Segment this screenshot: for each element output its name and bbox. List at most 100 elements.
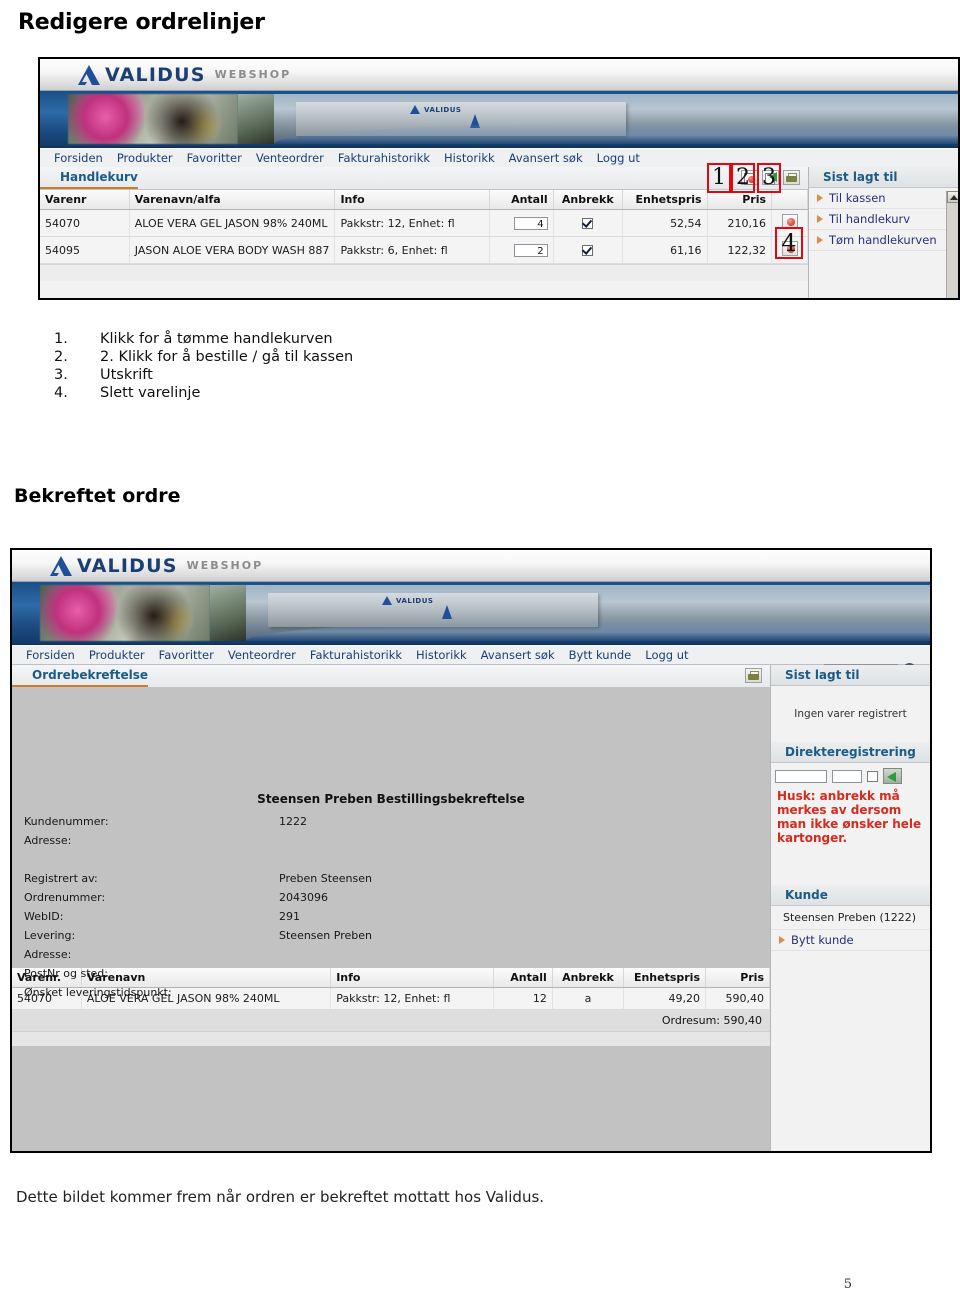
brand-subtitle: WEBSHOP (214, 68, 292, 81)
nav-item-favoritter[interactable]: Favoritter (187, 151, 242, 165)
cell-anbrekk (553, 209, 623, 237)
nav-item-historikk[interactable]: Historikk (444, 151, 495, 165)
header-banner-image: VALIDUS (12, 582, 930, 645)
confirmation-field-adresse: Adresse: (12, 831, 770, 850)
confirmation-field-ordrenummer: Ordrenummer: 2043096 (12, 888, 770, 907)
printer-body-glyph (786, 176, 797, 182)
anbrekk-checkbox[interactable] (582, 245, 594, 256)
scroll-up-icon[interactable] (947, 191, 958, 203)
step-text: Klikk for å tømme handlekurven (100, 331, 333, 347)
direct-article-input[interactable] (775, 769, 827, 783)
field-value (279, 945, 770, 964)
webshop-logo-bar: VALIDUS WEBSHOP (40, 59, 958, 91)
nav-item-favoritter[interactable]: Favoritter (159, 648, 214, 662)
sidebar-scrollbar[interactable] (946, 191, 958, 298)
direct-anbrekk-checkbox[interactable] (867, 770, 878, 782)
nav-item-produkter[interactable]: Produkter (117, 151, 173, 165)
field-label: Adresse: (24, 948, 72, 961)
print-icon[interactable] (745, 668, 762, 683)
nav-item-logg-ut[interactable]: Logg ut (597, 151, 640, 165)
confirmation-field-webid: WebID: 291 (12, 907, 770, 926)
nav-item-logg-ut[interactable]: Logg ut (645, 648, 688, 662)
anbrekk-checkbox[interactable] (582, 218, 594, 229)
sidebar-heading-last-added: Sist lagt til (771, 665, 930, 686)
figure-caption: Dette bildet kommer frem når ordren er b… (16, 1188, 545, 1206)
table-row: 54070 ALOE VERA GEL JASON 98% 240ML Pakk… (40, 209, 808, 237)
nav-item-avansert-sok[interactable]: Avansert søk (509, 151, 583, 165)
instruction-steps: 1. Klikk for å tømme handlekurven 2. 2. … (40, 330, 574, 402)
col-anbrekk: Anbrekk (553, 190, 623, 210)
cell-pris: 122,32 (707, 236, 773, 264)
field-value (279, 850, 770, 869)
banner-building-photo: VALIDUS (246, 585, 930, 641)
field-label: PostNr og sted: (24, 967, 108, 980)
callout-2: 2 (731, 163, 755, 193)
field-value: 1222 (279, 815, 307, 828)
nav-item-venteordrer[interactable]: Venteordrer (256, 151, 324, 165)
banner-flower-photo (68, 94, 238, 144)
brand-subtitle: WEBSHOP (186, 559, 264, 572)
nav-item-avansert-sok[interactable]: Avansert søk (481, 648, 555, 662)
cell-antall: 4 (489, 209, 554, 237)
building-logo-text: VALIDUS (396, 597, 434, 605)
field-value (279, 964, 770, 983)
brand-name: VALIDUS (77, 554, 178, 577)
step-text: Slett varelinje (100, 385, 201, 401)
sidebar-link-tom-handlekurven[interactable]: Tøm handlekurven (809, 230, 958, 251)
field-label: Kundenummer: (24, 815, 109, 828)
cart-page-title: Handlekurv (40, 168, 138, 189)
nav-item-forsiden[interactable]: Forsiden (26, 648, 75, 662)
nav-item-venteordrer[interactable]: Venteordrer (228, 648, 296, 662)
page-title: Redigere ordrelinjer (18, 10, 265, 35)
validus-logo-icon (78, 64, 100, 85)
confirmation-field-spacer (12, 850, 770, 869)
sidebar-link-til-handlekurv[interactable]: Til handlekurv (809, 209, 958, 230)
direct-submit-icon[interactable] (883, 768, 902, 784)
building-logo-icon (410, 105, 420, 114)
banner-plant-photo (238, 94, 274, 144)
list-item: 3. Utskrift (54, 366, 574, 384)
field-label: Ønsket leveringstidspunkt: (24, 986, 172, 999)
nav-item-produkter[interactable]: Produkter (89, 648, 145, 662)
nav-item-bytt-kunde[interactable]: Bytt kunde (569, 648, 632, 662)
nav-item-forsiden[interactable]: Forsiden (54, 151, 103, 165)
sidebar-heading-kunde: Kunde (771, 885, 930, 906)
nav-item-fakturahistorikk[interactable]: Fakturahistorikk (338, 151, 430, 165)
webshop-logo-bar: VALIDUS WEBSHOP (12, 550, 930, 582)
screenshot-shopping-cart: VALIDUS WEBSHOP VALIDUS Forsiden Produkt… (38, 57, 960, 300)
confirmation-field-levering: Levering: Steensen Preben (12, 926, 770, 945)
col-antall: Antall (489, 190, 554, 210)
quantity-input[interactable]: 4 (513, 216, 548, 230)
cell-info: Pakkstr: 6, Enhet: fl (334, 236, 490, 264)
building-logo-icon (382, 596, 392, 605)
confirmation-field-postnr: PostNr og sted: (12, 964, 770, 983)
cart-table-header-row: Varenr Varenavn/alfa Info Antall Anbrekk… (40, 190, 808, 210)
cell-varenr: 54070 (40, 209, 130, 237)
sidebar-heading-direkteregistrering: Direkteregistrering (771, 742, 930, 763)
direct-quantity-input[interactable] (832, 769, 862, 783)
cart-table-footer-strip (40, 264, 808, 281)
confirmation-field-kundenummer: Kundenummer: 1222 (12, 812, 770, 831)
cell-info: Pakkstr: 12, Enhet: fl (334, 209, 490, 237)
nav-item-historikk[interactable]: Historikk (416, 648, 467, 662)
banner-flower-photo (40, 585, 210, 641)
cell-enhetspris: 52,54 (622, 209, 708, 237)
col-varenavn: Varenavn/alfa (129, 190, 336, 210)
sidebar-link-til-kassen[interactable]: Til kassen (809, 188, 958, 209)
step-number: 3. (54, 367, 68, 383)
print-icon[interactable] (783, 170, 800, 185)
cell-enhetspris: 61,16 (622, 236, 708, 264)
page-number: 5 (843, 1277, 852, 1292)
building-flag-icon (442, 605, 452, 619)
field-value (279, 831, 770, 850)
field-value: 291 (279, 910, 300, 923)
order-sum-row: Ordresum: 590,40 (12, 1010, 770, 1032)
banner-plant-photo (210, 585, 246, 641)
step-number: 1. (54, 331, 68, 347)
field-value: 2043096 (279, 891, 328, 904)
nav-item-fakturahistorikk[interactable]: Fakturahistorikk (310, 648, 402, 662)
field-value (279, 983, 770, 1002)
field-value: Preben Steensen (279, 872, 372, 885)
sidebar-link-bytt-kunde[interactable]: Bytt kunde (771, 930, 930, 951)
quantity-input[interactable]: 2 (513, 243, 548, 257)
